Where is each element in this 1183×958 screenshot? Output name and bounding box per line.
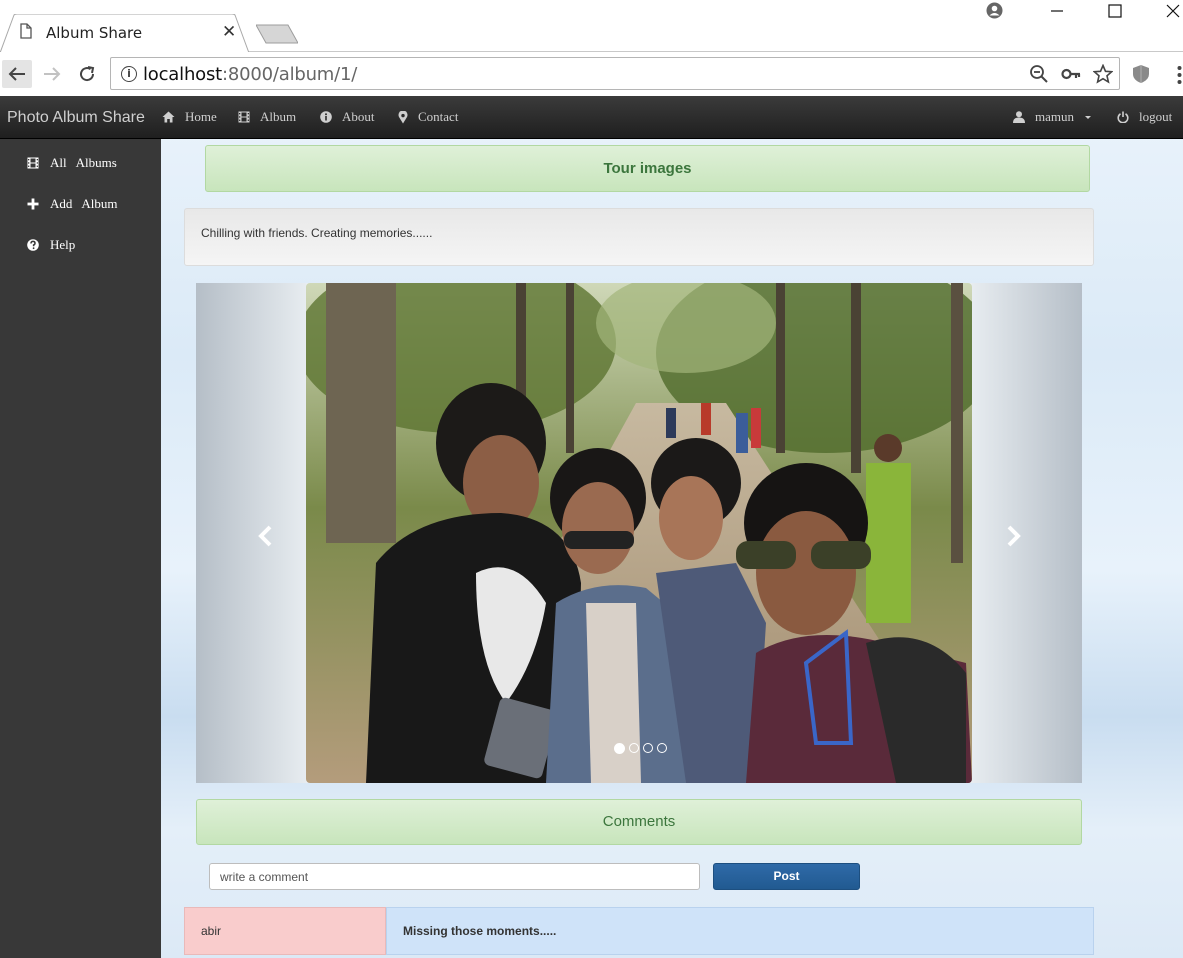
shield-extension-icon[interactable] <box>1132 64 1150 84</box>
power-icon <box>1117 111 1129 123</box>
reload-button[interactable] <box>72 60 102 88</box>
page-icon <box>20 23 32 39</box>
browser-menu-icon[interactable] <box>1176 64 1183 86</box>
comment-text: Missing those moments..... <box>403 924 557 938</box>
site-info-icon[interactable]: i <box>121 66 137 82</box>
carousel-photo <box>306 283 972 783</box>
minimize-icon[interactable] <box>1050 4 1064 18</box>
sidebar-item-all-albums[interactable]: All Albums <box>27 155 117 171</box>
user-menu-dropdown[interactable]: mamun <box>1013 109 1092 125</box>
film-icon <box>27 157 39 169</box>
logout-link[interactable]: logout <box>1117 109 1172 125</box>
post-button[interactable]: Post <box>713 863 860 890</box>
browser-tab-strip: Album Share ✕ <box>0 0 1183 53</box>
film-icon <box>238 111 250 123</box>
album-description-panel: Chilling with friends. Creating memories… <box>184 208 1094 266</box>
album-title: Tour images <box>205 145 1090 192</box>
nav-about[interactable]: About <box>320 109 375 125</box>
url-text[interactable]: localhost:8000/album/1/ <box>143 64 357 85</box>
account-icon[interactable] <box>986 2 1003 19</box>
home-icon <box>162 111 175 123</box>
sidebar-item-add-album[interactable]: Add Album <box>27 196 118 212</box>
maximize-icon[interactable] <box>1108 4 1122 18</box>
carousel-indicator-1[interactable] <box>614 743 625 754</box>
back-button[interactable] <box>2 60 32 88</box>
carousel-prev-icon[interactable] <box>251 519 281 553</box>
forward-arrow-icon <box>44 67 61 81</box>
back-arrow-icon <box>8 67 25 81</box>
close-tab-icon[interactable]: ✕ <box>222 22 236 42</box>
comments-heading: Comments <box>196 799 1082 845</box>
nav-album[interactable]: Album <box>238 109 296 125</box>
user-icon <box>1013 111 1025 123</box>
comment-author: abir <box>184 907 386 955</box>
carousel-indicator-2[interactable] <box>629 743 639 753</box>
carousel-next-icon[interactable] <box>998 519 1028 553</box>
caret-down-icon <box>1085 116 1091 119</box>
top-navbar: Photo Album Share Home Album About Conta… <box>0 96 1183 139</box>
brand-link[interactable]: Photo Album Share <box>7 109 145 127</box>
reload-icon <box>80 66 95 82</box>
plus-icon <box>27 198 39 210</box>
sidebar-item-help[interactable]: Help <box>27 237 75 253</box>
close-window-icon[interactable] <box>1166 4 1180 18</box>
nav-home[interactable]: Home <box>162 109 217 125</box>
page-content: Photo Album Share Home Album About Conta… <box>0 96 1183 958</box>
bookmark-star-icon[interactable] <box>1093 64 1113 84</box>
photo-carousel[interactable] <box>196 283 1082 783</box>
comment-author-name: abir <box>201 924 222 938</box>
tab-title: Album Share <box>46 24 143 42</box>
album-description: Chilling with friends. Creating memories… <box>201 226 433 240</box>
forward-button[interactable] <box>37 60 67 88</box>
carousel-indicators <box>614 743 667 754</box>
key-icon[interactable] <box>1061 64 1081 84</box>
comment-body: Missing those moments..... <box>386 907 1094 955</box>
map-marker-icon <box>398 110 408 123</box>
carousel-indicator-3[interactable] <box>643 743 653 753</box>
address-bar[interactable]: i localhost:8000/album/1/ <box>110 57 1120 90</box>
carousel-indicator-4[interactable] <box>657 743 667 753</box>
new-tab-button[interactable] <box>256 24 298 44</box>
info-circle-icon <box>320 111 332 123</box>
nav-contact[interactable]: Contact <box>398 109 458 125</box>
sidebar: All Albums Add Album Help <box>0 139 161 958</box>
zoom-out-icon[interactable] <box>1029 64 1049 84</box>
comment-input[interactable] <box>209 863 700 890</box>
question-circle-icon <box>27 239 39 251</box>
